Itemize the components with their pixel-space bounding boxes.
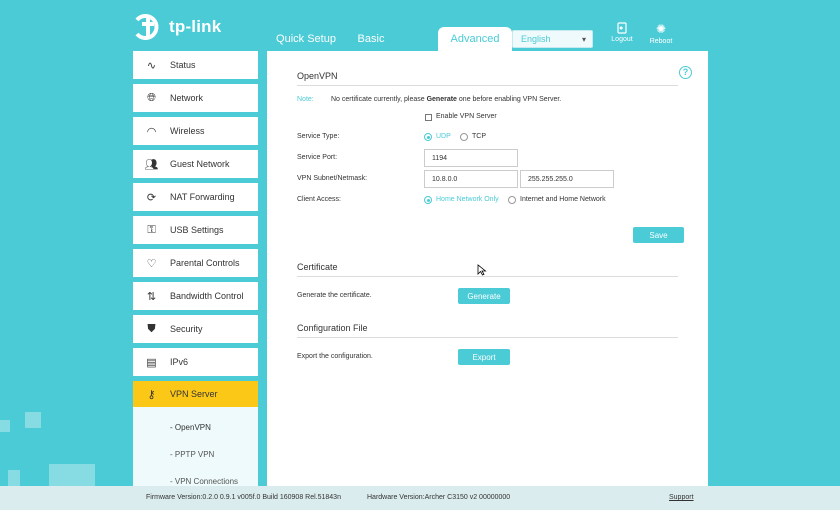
note-text-bold: Generate xyxy=(426,96,457,103)
sidebar-item-label: Guest Network xyxy=(170,159,230,169)
divider xyxy=(297,276,678,277)
sidebar-item-label: NAT Forwarding xyxy=(170,192,235,202)
save-button[interactable]: Save xyxy=(633,227,684,243)
shield-icon: ⛊ xyxy=(147,322,156,335)
pulse-icon: ∿ xyxy=(146,59,157,72)
wifi-icon: ◠ xyxy=(146,125,157,138)
subnet-label: VPN Subnet/Netmask: xyxy=(297,175,368,182)
sidebar-item-nat-forwarding[interactable]: ⟳ NAT Forwarding xyxy=(133,183,258,211)
internet-home-label: Internet and Home Network xyxy=(520,196,606,203)
logout-label: Logout xyxy=(611,36,633,43)
tcp-radio[interactable] xyxy=(460,133,468,141)
sidebar-item-guest-network[interactable]: 👥︎ Guest Network xyxy=(133,150,258,178)
note-text-part: one before enabling VPN Server. xyxy=(458,96,562,103)
logo-text: tp-link xyxy=(169,17,222,36)
section-title-configuration-file: Configuration File xyxy=(297,323,368,333)
tab-advanced[interactable]: Advanced xyxy=(438,27,512,51)
logout-icon xyxy=(617,22,627,34)
bandwidth-icon: ⇅ xyxy=(146,290,157,303)
export-button[interactable]: Export xyxy=(458,349,510,365)
tp-link-logo: tp-link xyxy=(133,10,221,44)
sidebar-item-label: Parental Controls xyxy=(170,258,240,268)
generate-button[interactable]: Generate xyxy=(458,288,510,304)
sidebar-item-ipv6[interactable]: ▤ IPv6 xyxy=(133,348,258,376)
note-text-part: No certificate currently, please xyxy=(331,96,425,103)
sidebar-item-network[interactable]: 🌐︎ Network xyxy=(133,84,258,112)
enable-vpn-label: Enable VPN Server xyxy=(436,113,497,120)
footer: Firmware Version:0.2.0 0.9.1 v005f.0 Bui… xyxy=(0,486,840,510)
tp-link-logo-icon xyxy=(135,14,159,40)
sidebar-item-vpn-server[interactable]: ⚷ VPN Server xyxy=(133,381,258,407)
heart-icon: ♡ xyxy=(146,257,157,270)
vpn-netmask-input[interactable]: 255.255.255.0 xyxy=(520,170,614,188)
service-type-label: Service Type: xyxy=(297,133,340,140)
sidebar-item-status[interactable]: ∿ Status xyxy=(133,51,258,79)
enable-vpn-checkbox[interactable] xyxy=(425,114,432,121)
reboot-label: Reboot xyxy=(649,38,673,45)
sidebar-item-label: USB Settings xyxy=(170,225,224,235)
submenu-item-vpn-connections[interactable]: - VPN Connections xyxy=(170,477,238,486)
sidebar-item-security[interactable]: ⛊ Security xyxy=(133,315,258,343)
nat-icon: ⟳ xyxy=(146,191,157,204)
background-decoration xyxy=(0,420,10,432)
client-access-label: Client Access: xyxy=(297,196,341,203)
sidebar-item-label: Network xyxy=(170,93,204,103)
support-link[interactable]: Support xyxy=(669,494,694,501)
hardware-version: Hardware Version:Archer C3150 v2 0000000… xyxy=(367,494,511,501)
service-port-input[interactable]: 1194 xyxy=(424,149,518,167)
sidebar-item-label: IPv6 xyxy=(170,357,189,367)
logout-button[interactable]: Logout xyxy=(607,22,637,43)
vpn-submenu: - OpenVPN - PPTP VPN - VPN Connections xyxy=(133,407,258,493)
sidebar: ∿ Status 🌐︎ Network ◠ Wireless 👥︎ Guest … xyxy=(133,51,258,493)
sidebar-item-label: Security xyxy=(170,324,203,334)
config-file-desc: Export the configuration. xyxy=(297,353,373,360)
tcp-label: TCP xyxy=(472,133,486,140)
top-tabs: Quick Setup Basic Advanced xyxy=(266,27,512,51)
sidebar-item-usb-settings[interactable]: ⚿ USB Settings xyxy=(133,216,258,244)
language-select[interactable]: English ▾ xyxy=(512,30,593,48)
home-network-only-radio[interactable] xyxy=(424,196,432,204)
section-title-certificate: Certificate xyxy=(297,262,338,272)
main-content: OpenVPN ? Note: No certificate currently… xyxy=(267,51,708,493)
note-label: Note: xyxy=(297,96,314,103)
usb-icon: ⚿ xyxy=(147,223,156,236)
udp-radio[interactable] xyxy=(424,133,432,141)
sidebar-item-label: Wireless xyxy=(170,126,205,136)
reboot-icon: ✺ xyxy=(655,22,667,36)
users-icon: 👥︎ xyxy=(144,158,159,171)
mouse-cursor-icon xyxy=(477,264,487,276)
sidebar-item-label: VPN Server xyxy=(170,389,218,399)
sidebar-item-label: Status xyxy=(170,60,196,70)
language-value: English xyxy=(521,34,551,44)
reboot-button[interactable]: ✺ Reboot xyxy=(646,22,676,45)
section-title-openvpn: OpenVPN xyxy=(297,71,338,81)
submenu-item-openvpn[interactable]: - OpenVPN xyxy=(170,423,211,432)
certificate-desc: Generate the certificate. xyxy=(297,292,372,299)
divider xyxy=(297,85,678,86)
sidebar-item-bandwidth-control[interactable]: ⇅ Bandwidth Control xyxy=(133,282,258,310)
globe-icon: 🌐︎ xyxy=(147,91,156,104)
divider xyxy=(297,337,678,338)
tab-quick-setup[interactable]: Quick Setup xyxy=(266,27,346,51)
firmware-version: Firmware Version:0.2.0 0.9.1 v005f.0 Bui… xyxy=(146,494,341,501)
vpn-subnet-input[interactable]: 10.8.0.0 xyxy=(424,170,518,188)
tab-basic[interactable]: Basic xyxy=(346,27,396,51)
note-text: No certificate currently, please Generat… xyxy=(331,96,561,103)
chevron-down-icon: ▾ xyxy=(581,35,586,44)
key-icon: ⚷ xyxy=(147,388,156,401)
sidebar-item-label: Bandwidth Control xyxy=(170,291,244,301)
ipv6-icon: ▤ xyxy=(146,356,157,369)
internet-home-radio[interactable] xyxy=(508,196,516,204)
udp-label: UDP xyxy=(436,133,451,140)
help-icon[interactable]: ? xyxy=(679,66,692,79)
sidebar-item-wireless[interactable]: ◠ Wireless xyxy=(133,117,258,145)
sidebar-item-parental-controls[interactable]: ♡ Parental Controls xyxy=(133,249,258,277)
home-network-only-label: Home Network Only xyxy=(436,196,499,203)
background-decoration xyxy=(25,412,41,428)
submenu-item-pptp-vpn[interactable]: - PPTP VPN xyxy=(170,450,214,459)
service-port-label: Service Port: xyxy=(297,154,338,161)
